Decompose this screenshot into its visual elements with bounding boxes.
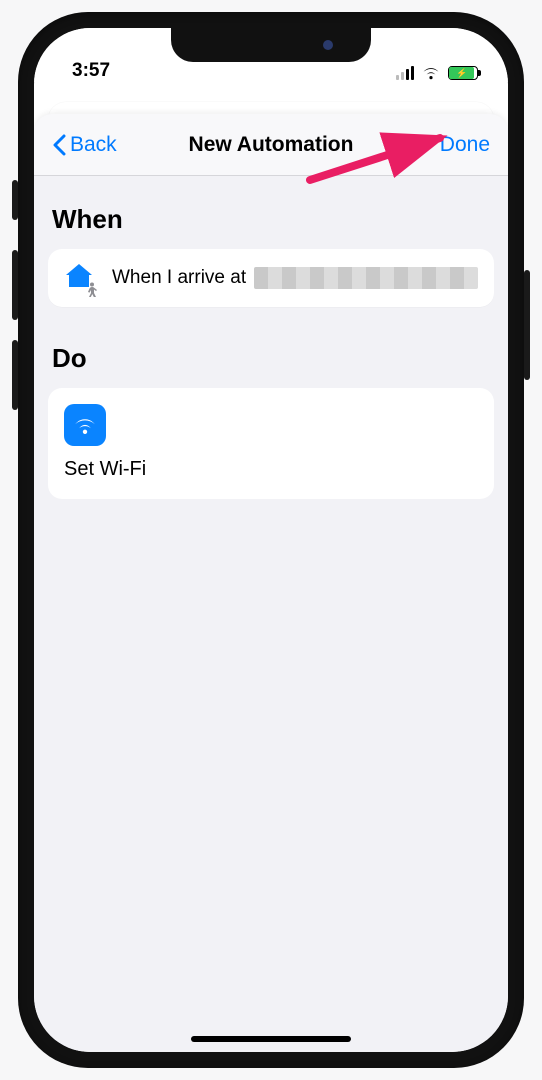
content-area: When When I arrive at	[34, 176, 508, 1052]
wifi-app-icon	[64, 404, 106, 446]
when-heading: When	[52, 204, 490, 235]
back-label: Back	[70, 133, 117, 157]
phone-frame: 3:57 ⚡	[18, 12, 524, 1068]
screen: 3:57 ⚡	[34, 28, 508, 1052]
do-action-label: Set Wi-Fi	[64, 458, 478, 481]
home-indicator[interactable]	[191, 1036, 351, 1042]
modal-sheet: Back New Automation Done When	[34, 114, 508, 1052]
arrive-home-icon	[64, 262, 96, 294]
back-button[interactable]: Back	[52, 133, 117, 157]
cellular-signal-icon	[396, 66, 414, 80]
done-button[interactable]: Done	[440, 133, 490, 157]
do-heading: Do	[52, 343, 490, 374]
nav-bar: Back New Automation Done	[34, 114, 508, 176]
redacted-location	[254, 267, 478, 289]
wifi-icon	[421, 66, 441, 80]
when-condition-row[interactable]: When I arrive at	[48, 249, 494, 307]
notch	[171, 28, 371, 62]
person-walking-icon	[84, 282, 98, 298]
chevron-left-icon	[52, 134, 66, 156]
battery-charging-icon: ⚡	[448, 66, 478, 80]
status-time: 3:57	[72, 60, 110, 82]
do-action-card[interactable]: Set Wi-Fi	[48, 388, 494, 499]
when-condition-text: When I arrive at	[112, 267, 246, 289]
phone-side-button	[524, 270, 530, 380]
